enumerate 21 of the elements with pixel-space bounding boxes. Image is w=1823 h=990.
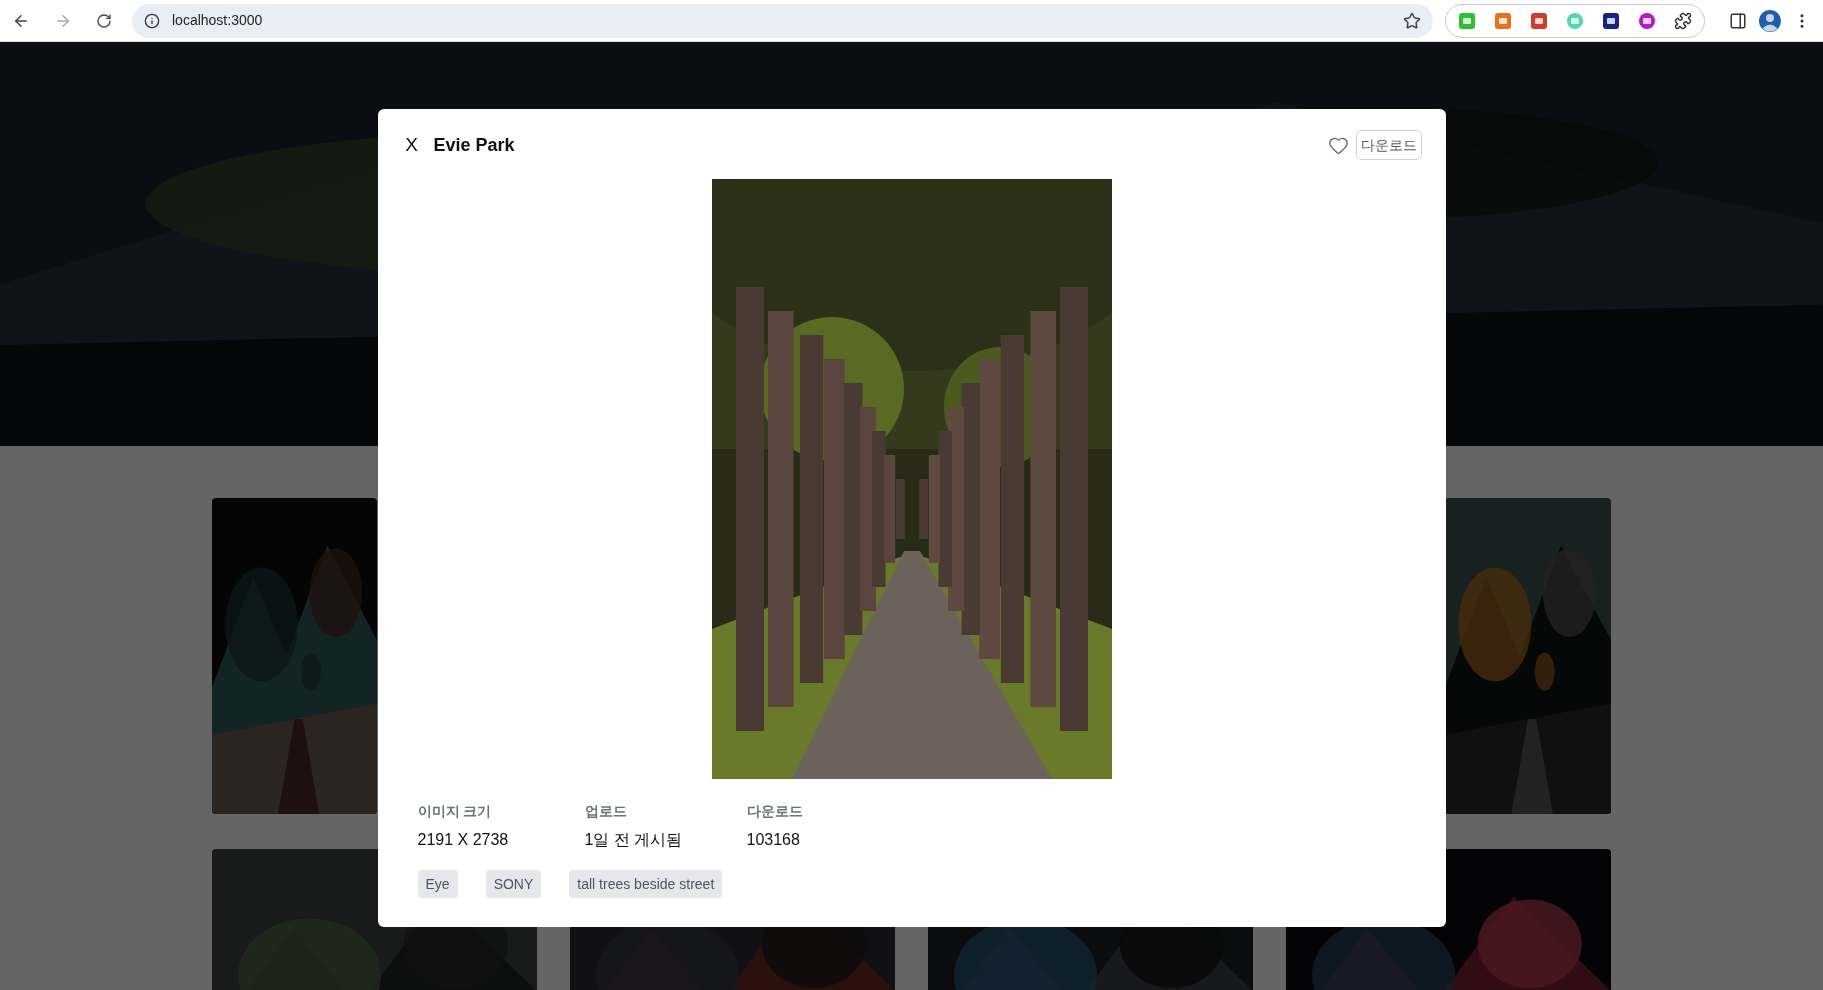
download-button[interactable]: 다운로드 (1355, 130, 1422, 160)
avatar-icon[interactable] (1759, 9, 1781, 32)
side-panel-icon[interactable] (1729, 11, 1747, 30)
info-value: 2191 X 2738 (417, 830, 510, 850)
puzzle-icon[interactable] (1674, 11, 1692, 30)
address-bar[interactable]: localhost:3000 (132, 3, 1433, 38)
info-icon[interactable] (144, 12, 160, 29)
tag[interactable]: Eye (417, 870, 458, 898)
info-label: 다운로드 (746, 802, 804, 821)
info-label: 이미지 크기 (417, 802, 493, 821)
extension-icon[interactable] (1602, 11, 1620, 30)
info-value: 1일 전 게시됨 (584, 830, 684, 850)
bookmark-star-icon[interactable] (1403, 11, 1421, 30)
close-button[interactable]: X (401, 130, 422, 160)
info-label: 업로드 (584, 802, 628, 821)
tag[interactable]: SONY (485, 870, 542, 898)
reload-icon[interactable] (96, 12, 112, 29)
photographer-name: Evie Park (433, 133, 515, 157)
url-text: localhost:3000 (172, 11, 264, 30)
tag[interactable]: tall trees beside street (569, 870, 723, 898)
info-value: 103168 (746, 830, 801, 850)
